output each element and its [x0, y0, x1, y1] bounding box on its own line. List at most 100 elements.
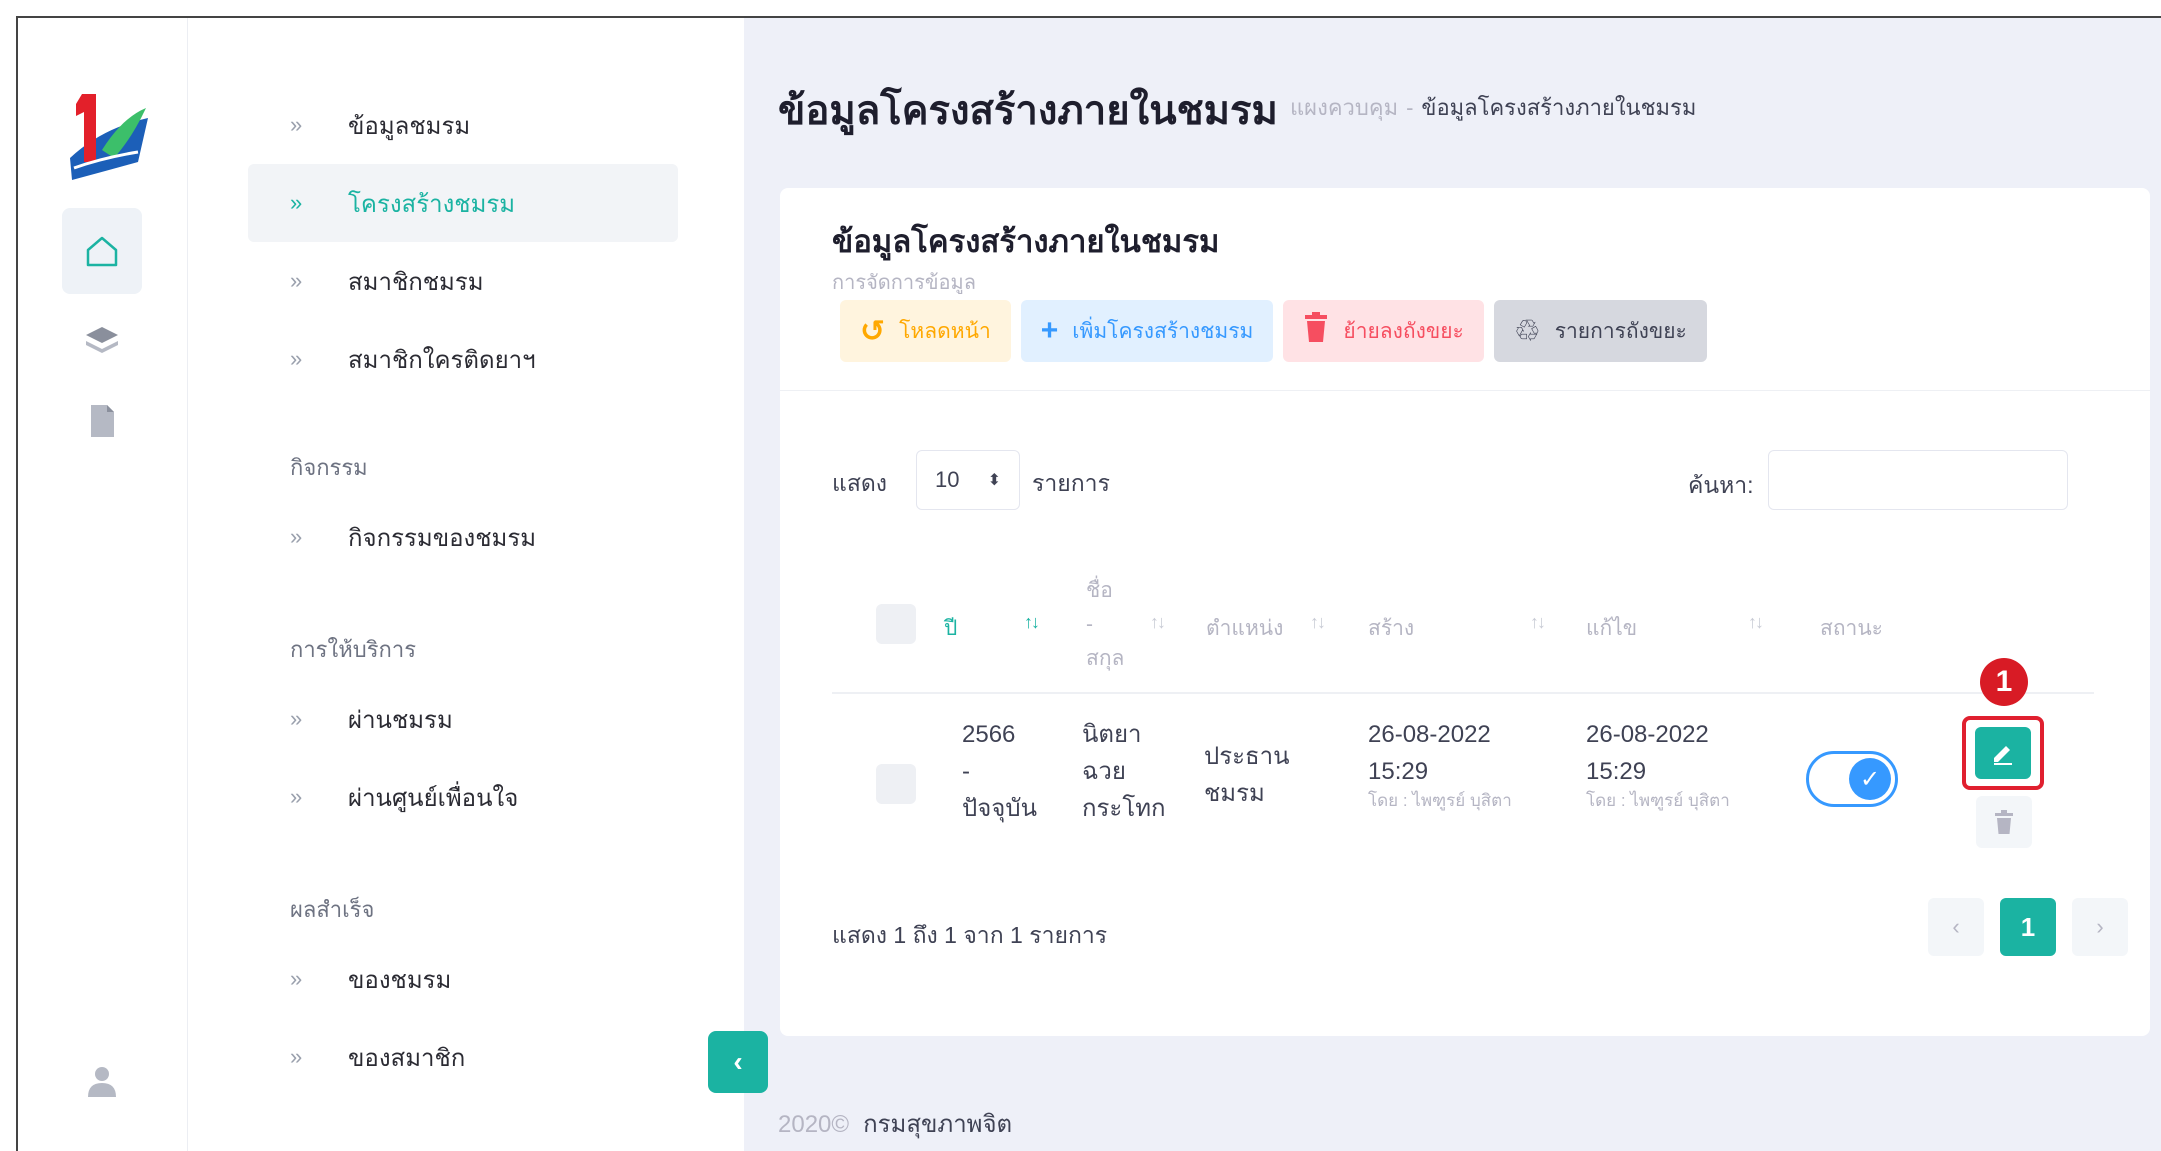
menu-item-label: ของชมรม [348, 966, 452, 994]
footer-year: 2020© [778, 1111, 850, 1138]
menu-item-service-club[interactable]: » ผ่านชมรม [248, 680, 678, 758]
move-to-trash-label: ย้ายลงถังขยะ [1343, 319, 1464, 343]
home-nav-button[interactable] [62, 208, 142, 294]
app-logo [62, 88, 152, 188]
card-title: ข้อมูลโครงสร้างภายในชมรม [832, 224, 1220, 259]
layers-nav-button[interactable] [62, 298, 142, 384]
toolbar: ↺ โหลดหน้า + เพิ่มโครงสร้างชมรม ย้ายลงถั… [840, 300, 1707, 362]
menu-section-activity: กิจกรรม [290, 455, 368, 480]
cell-updated: 26-08-2022 15:29 โดย : ไพฑูรย์ บุสิตา [1586, 716, 1730, 812]
cell-line: กระโทก [1082, 795, 1166, 822]
column-header-updated[interactable]: แก้ไข [1586, 612, 1637, 645]
menu-item-result-member[interactable]: » ของสมาชิก [248, 1018, 678, 1096]
menu-item-club-info[interactable]: » ข้อมูลชมรม [248, 86, 678, 164]
cell-line: ชมรม [1204, 780, 1265, 807]
cell-position: ประธาน ชมรม [1204, 738, 1290, 812]
menu-item-addiction-members[interactable]: » สมาชิกใครติดยาฯ [248, 320, 678, 398]
user-nav-button[interactable] [62, 1038, 142, 1124]
menu-item-label: ผ่านชมรม [348, 706, 453, 734]
column-header-name[interactable]: ชื่อ - สกุล [1086, 574, 1124, 676]
search-input[interactable] [1768, 450, 2068, 510]
cell-line: 2566 [962, 721, 1016, 748]
updated-by: โดย : ไพฑูรย์ บุสิตา [1586, 791, 1730, 810]
sort-icon: ↑↓ [1150, 612, 1166, 632]
status-toggle[interactable]: ✓ [1806, 751, 1898, 807]
cell-line: 26-08-2022 [1586, 721, 1709, 748]
cell-line: 15:29 [1586, 758, 1647, 785]
edit-button[interactable] [1975, 727, 2031, 779]
menu-item-label: ของสมาชิก [348, 1044, 466, 1072]
cell-line: - [962, 758, 970, 785]
table-info: แสดง 1 ถึง 1 จาก 1 รายการ [832, 922, 1108, 948]
page-length-label: แสดง [832, 470, 888, 496]
menu-item-service-center[interactable]: » ผ่านศูนย์เพื่อนใจ [248, 758, 678, 836]
menu-item-result-club[interactable]: » ของชมรม [248, 940, 678, 1018]
trash-icon [1995, 810, 2013, 834]
chevron-right-icon: » [290, 190, 302, 215]
menu-item-label: กิจกรรมของชมรม [348, 524, 537, 552]
cell-year: 2566 - ปัจจุบัน [962, 716, 1037, 827]
select-all-checkbox[interactable] [876, 604, 916, 644]
reload-label: โหลดหน้า [899, 319, 991, 343]
delete-button[interactable] [1976, 796, 2032, 848]
column-header-position[interactable]: ตำแหน่ง [1206, 612, 1283, 645]
row-checkbox[interactable] [876, 764, 916, 804]
sort-icon: ↑↓ [1530, 612, 1546, 632]
column-header-year[interactable]: ปี [944, 612, 957, 645]
footer-org[interactable]: กรมสุขภาพจิต [863, 1111, 1012, 1138]
chevron-right-icon: » [290, 524, 302, 549]
add-structure-button[interactable]: + เพิ่มโครงสร้างชมรม [1020, 300, 1274, 362]
user-icon [88, 1067, 116, 1097]
chevron-left-icon: ‹ [733, 1046, 743, 1077]
sort-icon: ↑↓ [1024, 612, 1040, 632]
next-page-button[interactable]: › [2072, 898, 2128, 956]
cell-line: ฉวย [1082, 758, 1126, 785]
sort-icon: ↑↓ [1748, 612, 1764, 632]
page-length-select[interactable]: 10 ⬍ [916, 450, 1020, 510]
menu-item-club-structure[interactable]: » โครงสร้างชมรม [248, 164, 678, 242]
footer: 2020© กรมสุขภาพจิต [778, 1104, 1012, 1143]
move-to-trash-button[interactable]: ย้ายลงถังขยะ [1283, 300, 1484, 362]
prev-page-button[interactable]: ‹ [1928, 898, 1984, 956]
sort-icon: ↑↓ [1310, 612, 1326, 632]
header-name-line: สกุล [1086, 647, 1125, 670]
cell-line: 26-08-2022 [1368, 721, 1491, 748]
table-header-divider [832, 692, 2094, 694]
cell-created: 26-08-2022 15:29 โดย : ไพฑูรย์ บุสิตา [1368, 716, 1512, 812]
breadcrumb: แผงควบคุม - ข้อมูลโครงสร้างภายในชมรม [1290, 90, 1696, 125]
chevron-right-icon: » [290, 112, 302, 137]
menu-item-label: ผ่านศูนย์เพื่อนใจ [348, 784, 519, 812]
document-nav-button[interactable] [62, 378, 142, 464]
history-icon: ↺ [860, 314, 886, 348]
recycle-icon: ♲ [1513, 314, 1541, 348]
menu-item-club-activity[interactable]: » กิจกรรมของชมรม [248, 498, 678, 576]
sidebar-collapse-button[interactable]: ‹ [708, 1031, 768, 1093]
document-icon [91, 405, 114, 437]
add-structure-label: เพิ่มโครงสร้างชมรม [1072, 319, 1254, 343]
cell-line: นิตยา [1082, 721, 1142, 748]
chevron-right-icon: » [290, 346, 302, 371]
column-header-created[interactable]: สร้าง [1368, 612, 1414, 645]
chevron-right-icon: » [290, 1044, 302, 1069]
annotation-marker: 1 [1980, 658, 2028, 706]
column-header-status: สถานะ [1820, 617, 1883, 640]
cell-name: นิตยา ฉวย กระโทก [1082, 716, 1166, 827]
menu-item-club-members[interactable]: » สมาชิกชมรม [248, 242, 678, 320]
menu-item-label: สมาชิกชมรม [348, 268, 484, 296]
side-menu: » ข้อมูลชมรม » โครงสร้างชมรม » สมาชิกชมร… [188, 18, 744, 1151]
page-button-current[interactable]: 1 [2000, 898, 2056, 956]
edit-highlight [1962, 716, 2044, 790]
page-length-unit: รายการ [1032, 470, 1110, 496]
trash-list-button[interactable]: ♲ รายการถังขยะ [1493, 300, 1707, 362]
layers-icon [86, 327, 118, 353]
pagination: ‹ 1 › [1928, 898, 2128, 956]
chevron-right-icon: » [290, 966, 302, 991]
cell-line: ปัจจุบัน [962, 795, 1037, 822]
reload-button[interactable]: ↺ โหลดหน้า [840, 300, 1011, 362]
card-subtitle: การจัดการข้อมูล [832, 272, 976, 294]
plus-icon: + [1040, 314, 1059, 347]
trash-list-label: รายการถังขยะ [1554, 319, 1687, 343]
breadcrumb-root[interactable]: แผงควบคุม [1290, 95, 1398, 120]
menu-item-label: ข้อมูลชมรม [348, 112, 471, 140]
sort-updown-icon: ⬍ [987, 472, 1001, 489]
